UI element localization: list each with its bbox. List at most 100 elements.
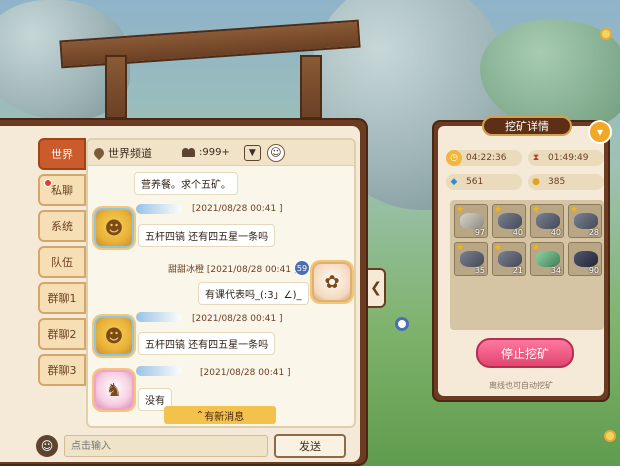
ore-slot[interactable]: ★ 40 — [530, 204, 564, 238]
channel-tabs: 世界 私聊 系统 队伍 群聊1 群聊2 群聊3 — [38, 138, 86, 390]
chat-message: 甜甜冰橙 [2021/08/28 00:41 ] 59 ✿ 有课代表吗_(:3」… — [88, 258, 354, 308]
tab-group-3[interactable]: 群聊3 — [38, 354, 86, 386]
message-bubble: 有课代表吗_(:3」∠)_ — [198, 282, 309, 305]
tab-label: 私聊 — [51, 184, 73, 197]
remaining-time: ⧗ 01:49:49 — [528, 150, 604, 166]
emoji-icon[interactable]: ☺ — [36, 435, 58, 457]
ore-slot[interactable]: 90 — [568, 242, 602, 276]
tab-label: 群聊2 — [47, 328, 77, 341]
chat-message: ☻ [2021/08/28 00:41 ] 五杆四镐 还有四五星一条吗 — [88, 310, 354, 366]
channel-dropdown-button[interactable]: ▼ — [243, 144, 261, 161]
clock-icon: ◷ — [446, 150, 462, 166]
smiley-icon[interactable]: ☺ — [266, 143, 285, 162]
tab-team[interactable]: 队伍 — [38, 246, 86, 278]
background-post — [105, 55, 127, 119]
remaining-time-value: 01:49:49 — [548, 153, 589, 163]
message-bubble: 五杆四镐 还有四五星一条吗 — [138, 332, 276, 355]
avatar-face-icon: ☻ — [104, 217, 124, 239]
coin-count-value: 385 — [548, 177, 566, 187]
message-timestamp: [2021/08/28 00:41 ] — [192, 314, 283, 324]
mining-title: 挖矿详情 — [482, 116, 572, 136]
name-tag-decoration — [136, 204, 182, 214]
coin-count: ● 385 — [528, 174, 604, 190]
channel-count: :999+ — [199, 147, 230, 158]
tab-label: 队伍 — [51, 256, 73, 269]
coin-icon: ● — [532, 177, 540, 187]
ore-icon — [460, 251, 484, 267]
input-bar: ☺ 发送 — [36, 432, 358, 460]
tab-group-2[interactable]: 群聊2 — [38, 318, 86, 350]
message-bubble: 营养餐。求个五矿。 — [134, 172, 238, 195]
ore-count: 40 — [512, 228, 523, 237]
avatar[interactable]: ☻ — [94, 208, 134, 248]
tab-label: 世界 — [51, 148, 73, 161]
ore-slot[interactable]: ★ 40 — [492, 204, 526, 238]
ore-slot[interactable]: ★ 34 — [530, 242, 564, 276]
chat-panel: 世界 私聊 系统 队伍 群聊1 群聊2 群聊3 世界频道 :999+ ▼ ☺ 营… — [0, 118, 368, 466]
avatar[interactable]: ✿ — [312, 262, 352, 302]
tab-label: 群聊1 — [47, 292, 77, 305]
ore-icon — [574, 213, 598, 229]
ore-count: 28 — [588, 228, 599, 237]
message-timestamp: [2021/08/28 00:41 ] — [192, 204, 283, 214]
gem-icon: ◆ — [450, 177, 458, 187]
chat-message: ☻ [2021/08/28 00:41 ] 五杆四镐 还有四五星一条吗 — [88, 200, 354, 256]
ore-slot[interactable]: ★ 97 — [454, 204, 488, 238]
tab-world[interactable]: 世界 — [38, 138, 86, 170]
new-message-button[interactable]: ⌃ 有新消息 — [164, 406, 276, 424]
level-badge: 59 — [294, 260, 310, 276]
name-tag-decoration — [136, 312, 182, 322]
tab-label: 群聊3 — [47, 364, 77, 377]
mining-inner: 挖矿详情 ▾ ◷ 04:22:36 ⧗ 01:49:49 ◆ 561 ● 385… — [438, 116, 612, 396]
location-pin-icon — [91, 145, 107, 160]
unread-dot — [44, 179, 52, 187]
hourglass-icon: ⧗ — [532, 153, 540, 163]
ore-icon — [574, 251, 598, 267]
ore-slot[interactable]: ★ 21 — [492, 242, 526, 276]
message-area[interactable]: 世界频道 :999+ ▼ ☺ 营养餐。求个五矿。 ☻ [2021/08/28 0… — [86, 138, 356, 428]
tab-label: 系统 — [51, 220, 73, 233]
name-tag-decoration — [136, 366, 182, 376]
ore-icon — [536, 213, 560, 229]
background-flower — [606, 432, 614, 440]
ore-count: 40 — [550, 228, 561, 237]
ore-count: 90 — [588, 266, 599, 275]
ore-icon — [460, 213, 484, 229]
ore-slot[interactable]: ★ 35 — [454, 242, 488, 276]
new-message-label: 有新消息 — [204, 411, 245, 423]
collapse-chat-button[interactable]: ❮ — [368, 268, 386, 308]
elapsed-time-value: 04:22:36 — [466, 153, 507, 163]
chevron-up-icon: ⌃ — [195, 409, 205, 421]
tab-group-1[interactable]: 群聊1 — [38, 282, 86, 314]
ore-icon — [536, 251, 560, 267]
send-button[interactable]: 发送 — [274, 434, 346, 458]
ore-count: 34 — [550, 266, 561, 275]
message-sender-timestamp: 甜甜冰橙 [2021/08/28 00:41 ] — [168, 265, 298, 275]
chat-inner: 世界 私聊 系统 队伍 群聊1 群聊2 群聊3 世界频道 :999+ ▼ ☺ 营… — [0, 126, 360, 462]
avatar[interactable]: ☻ — [94, 316, 134, 356]
stop-mining-button[interactable]: 停止挖矿 — [476, 338, 574, 368]
chat-input[interactable] — [64, 435, 268, 457]
background-post — [300, 55, 322, 119]
tab-system[interactable]: 系统 — [38, 210, 86, 242]
ore-slot[interactable]: ★ 28 — [568, 204, 602, 238]
info-chevron-icon[interactable]: ▾ — [588, 120, 612, 144]
gem-count-value: 561 — [466, 177, 484, 187]
mining-panel: 挖矿详情 ▾ ◷ 04:22:36 ⧗ 01:49:49 ◆ 561 ● 385… — [432, 116, 612, 402]
channel-name: 世界频道 — [108, 146, 152, 160]
ore-icon — [498, 251, 522, 267]
avatar[interactable]: ♞ — [94, 370, 134, 410]
rabbit-icon: ✿ — [324, 271, 340, 293]
offline-note: 离线也可自动挖矿 — [489, 381, 553, 390]
background-flower — [398, 320, 406, 328]
gem-count: ◆ 561 — [446, 174, 522, 190]
chevron-left-icon: ❮ — [370, 280, 382, 296]
ore-icon — [498, 213, 522, 229]
message-bubble: 五杆四镐 还有四五星一条吗 — [138, 224, 276, 247]
channel-header: 世界频道 :999+ ▼ ☺ — [88, 140, 354, 166]
message-timestamp: [2021/08/28 00:41 ] — [200, 368, 291, 378]
unicorn-icon: ♞ — [105, 379, 123, 401]
ore-count: 97 — [474, 228, 485, 237]
tab-private[interactable]: 私聊 — [38, 174, 86, 206]
ore-count: 35 — [474, 266, 485, 275]
